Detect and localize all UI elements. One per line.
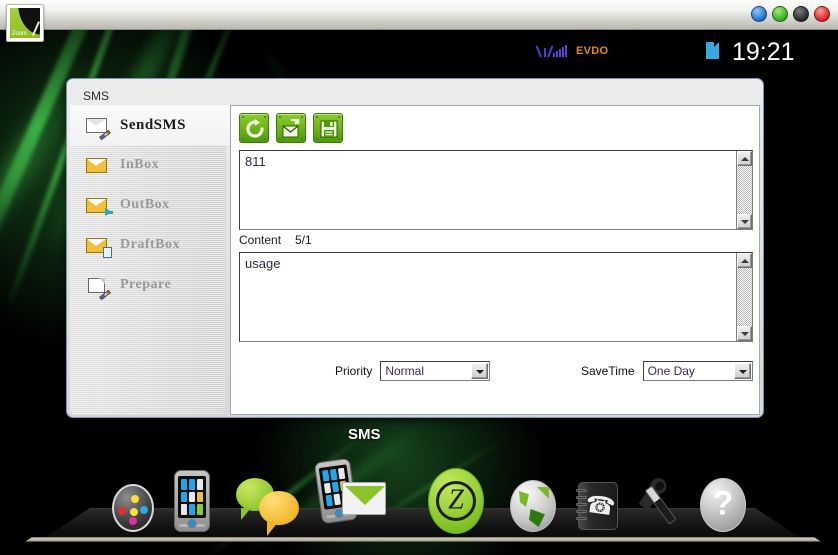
scroll-down-button[interactable] <box>737 214 752 229</box>
sms-phone-envelope-icon[interactable] <box>313 457 394 532</box>
sidebar-item-draftbox[interactable]: DraftBox <box>70 225 226 265</box>
dock: Z ☎ ? <box>100 455 746 550</box>
send-envelope-icon <box>282 119 300 138</box>
maximize-button[interactable] <box>772 6 788 22</box>
chevron-down-icon[interactable] <box>471 363 489 379</box>
envelope-pencil-icon <box>86 117 111 140</box>
phone-apps-icon[interactable] <box>174 470 210 532</box>
priority-value: Normal <box>385 364 425 378</box>
envelope-overlay-icon <box>342 482 386 515</box>
signal-strength-indicator: EVDO <box>540 44 608 57</box>
recipient-input[interactable]: 811 <box>239 150 753 230</box>
note-pencil-icon <box>86 277 111 300</box>
envelope-arrow-icon <box>86 197 113 216</box>
chevron-down-icon[interactable] <box>733 363 751 379</box>
globe-network-icon[interactable] <box>510 480 556 532</box>
close-button[interactable] <box>814 6 830 22</box>
content-value: usage <box>245 256 281 271</box>
sidebar-item-outbox[interactable]: OutBox <box>70 185 226 225</box>
sidebar-label-draftbox: DraftBox <box>120 237 180 252</box>
content-scrollbar[interactable] <box>736 253 752 341</box>
menu-button[interactable] <box>793 6 809 22</box>
scroll-down-button[interactable] <box>737 326 752 341</box>
desktop: Zoom EVDO 19:21 SMS SendSMS InBox OutBox… <box>0 0 838 555</box>
sms-content-panel: 811 Content 5/1 usage Priority Normal Sa… <box>230 105 760 415</box>
new-message-button[interactable] <box>239 113 269 143</box>
savetime-value: One Day <box>647 364 695 378</box>
envelope-icon <box>86 157 108 174</box>
sidebar-label-sendsms: SendSMS <box>120 116 187 133</box>
priority-label: Priority <box>335 364 373 378</box>
savetime-select[interactable]: One Day <box>642 361 753 381</box>
sidebar-item-prepare[interactable]: Prepare <box>70 265 226 305</box>
priority-select[interactable]: Normal <box>380 361 491 381</box>
phonebook-icon[interactable]: ☎ <box>576 482 618 530</box>
battery-icon <box>706 42 719 59</box>
recipient-scrollbar[interactable] <box>736 151 752 229</box>
sidebar-item-inbox[interactable]: InBox <box>70 145 226 185</box>
save-message-button[interactable] <box>313 113 343 143</box>
sms-application-window: SMS SendSMS InBox OutBox DraftBox Prepar… <box>66 78 764 418</box>
savetime-control: SaveTime One Day <box>581 361 753 381</box>
sms-toolbar <box>239 113 343 143</box>
envelope-document-icon <box>86 237 112 258</box>
sidebar-label-prepare: Prepare <box>120 277 172 292</box>
send-message-button[interactable] <box>276 113 306 143</box>
chat-bubbles-icon[interactable] <box>236 478 302 536</box>
antenna-icon <box>540 44 550 57</box>
network-type-label: EVDO <box>576 45 609 57</box>
save-disk-icon <box>320 120 338 138</box>
content-textarea[interactable]: usage <box>239 252 753 342</box>
status-clock: 19:21 <box>732 38 795 66</box>
content-label: Content <box>239 233 282 247</box>
tools-settings-icon[interactable] <box>638 479 686 530</box>
zoom-z-logo-icon[interactable]: Z <box>428 468 484 534</box>
content-char-counter: 5/1 <box>295 233 312 247</box>
dock-active-label: SMS <box>348 426 381 443</box>
sidebar-item-sendsms[interactable]: SendSMS <box>70 105 230 145</box>
window-controls <box>751 6 830 22</box>
savetime-label: SaveTime <box>581 364 635 378</box>
scroll-up-button[interactable] <box>737 253 752 268</box>
sms-sidebar: SendSMS InBox OutBox DraftBox Prepare <box>70 105 230 415</box>
help-question-icon[interactable]: ? <box>700 478 746 532</box>
sms-window-title: SMS <box>83 89 110 103</box>
recipient-value: 811 <box>245 154 266 169</box>
emulator-titlebar <box>0 0 838 30</box>
refresh-icon <box>246 119 264 138</box>
signal-bars-icon <box>553 45 567 57</box>
media-sphere-icon[interactable] <box>112 484 154 532</box>
minimize-button[interactable] <box>751 6 767 22</box>
sidebar-label-inbox: InBox <box>120 157 160 172</box>
scroll-up-button[interactable] <box>737 151 752 166</box>
priority-control: Priority Normal <box>335 361 491 381</box>
sidebar-label-outbox: OutBox <box>120 197 170 212</box>
